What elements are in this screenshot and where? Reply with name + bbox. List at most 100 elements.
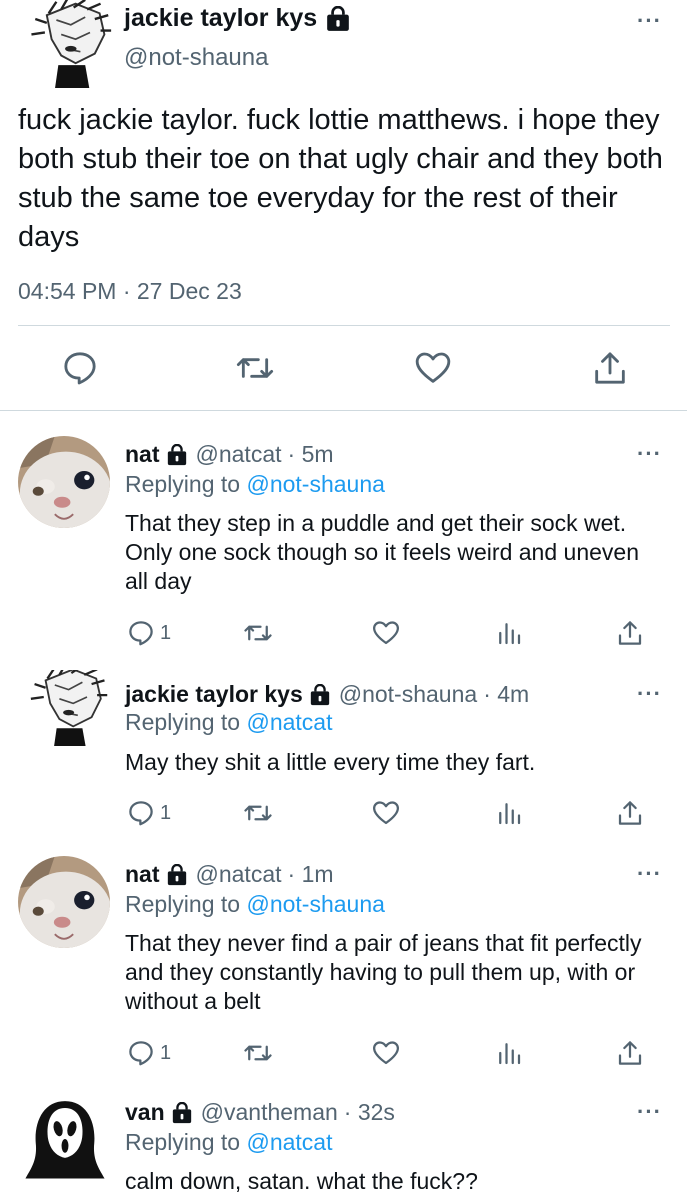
reply-author-name: nat — [125, 441, 160, 467]
reply-author-handle: @natcat — [195, 861, 282, 887]
reply-count: 1 — [160, 801, 172, 824]
cat-avatar[interactable] — [18, 856, 110, 948]
more-dots-icon[interactable]: ··· — [637, 8, 662, 34]
lock-icon — [166, 444, 188, 466]
reply-button[interactable]: 1 — [126, 618, 171, 648]
reply-author-name: nat — [125, 861, 160, 887]
main-tweet-timestamp[interactable]: 04:54 PM · 27 Dec 23 — [18, 278, 242, 305]
share-icon — [618, 621, 642, 645]
reply-icon — [129, 1041, 153, 1066]
reply-button[interactable]: 1 — [126, 1038, 171, 1068]
reply-time: · 1m — [287, 861, 334, 887]
reply-button[interactable]: 1 — [126, 798, 171, 828]
reply-author-handle: @vantheman — [200, 1099, 338, 1125]
replying-to-link[interactable]: @natcat — [246, 1129, 332, 1155]
analytics-button[interactable] — [494, 618, 524, 648]
analytics-button[interactable] — [494, 1038, 524, 1068]
lock-icon — [325, 6, 351, 32]
retweet-icon — [244, 805, 272, 821]
main-tweet-text: fuck jackie taylor. fuck lottie matthews… — [18, 104, 663, 253]
lock-icon — [171, 1102, 193, 1124]
retweet-button[interactable] — [243, 618, 273, 648]
reply-author-name: van — [125, 1099, 165, 1125]
retweet-icon — [244, 625, 272, 641]
replying-to-link[interactable]: @not-shauna — [246, 891, 384, 917]
sketch-avatar-image — [18, 0, 114, 88]
reply-text: That they never find a pair of jeans tha… — [125, 930, 642, 1014]
reply-text: May they shit a little every time they f… — [125, 749, 536, 775]
like-icon — [373, 1041, 399, 1065]
share-button[interactable] — [615, 618, 645, 648]
reply-header[interactable]: nat @natcat · 1m — [125, 861, 334, 888]
ghostface-avatar-image — [22, 1096, 108, 1182]
share-button[interactable] — [615, 798, 645, 828]
share-button[interactable] — [615, 1038, 645, 1068]
like-button[interactable] — [371, 798, 401, 828]
more-dots-icon[interactable]: ··· — [637, 441, 662, 467]
like-icon — [373, 801, 399, 825]
main-author-avatar[interactable] — [18, 0, 114, 88]
retweet-button[interactable] — [243, 798, 273, 828]
reply-text: calm down, satan. what the fuck?? — [125, 1168, 478, 1194]
reply-author-name: jackie taylor kys — [125, 681, 303, 707]
share-icon — [595, 352, 625, 384]
reply-text: That they step in a puddle and get their… — [125, 510, 639, 594]
main-author-name: jackie taylor kys — [124, 4, 318, 32]
main-reply-button[interactable] — [60, 348, 100, 388]
replying-label: Replying to — [125, 709, 241, 735]
replying-to-line: Replying to @not-shauna — [125, 891, 385, 918]
reply-author-handle: @natcat — [195, 441, 282, 467]
reply-time: · 5m — [287, 441, 334, 467]
retweet-icon — [244, 1045, 272, 1061]
reply-icon — [129, 801, 153, 826]
reply-author-handle: @not-shauna — [338, 681, 478, 707]
reply-header[interactable]: jackie taylor kys @not-shauna · 4m — [125, 681, 529, 708]
reply-icon — [64, 352, 96, 385]
replying-to-link[interactable]: @natcat — [246, 709, 332, 735]
share-icon — [618, 801, 642, 825]
reply-time: · 32s — [343, 1099, 395, 1125]
analytics-icon — [499, 803, 521, 825]
like-button[interactable] — [371, 618, 401, 648]
ghostface-avatar[interactable] — [22, 1096, 108, 1182]
replying-to-link[interactable]: @not-shauna — [246, 471, 384, 497]
retweet-button[interactable] — [243, 1038, 273, 1068]
replying-to-line: Replying to @natcat — [125, 709, 332, 736]
like-icon — [415, 352, 451, 383]
replying-to-line: Replying to @natcat — [125, 1129, 332, 1156]
divider — [0, 410, 687, 411]
analytics-button[interactable] — [494, 798, 524, 828]
analytics-icon — [499, 623, 521, 645]
cat-avatar-image — [18, 436, 110, 528]
main-share-button[interactable] — [590, 348, 630, 388]
replying-label: Replying to — [125, 471, 241, 497]
replying-label: Replying to — [125, 891, 241, 917]
analytics-icon — [499, 1043, 521, 1065]
cat-avatar-image — [18, 856, 110, 948]
main-retweet-button[interactable] — [235, 348, 275, 388]
cat-avatar[interactable] — [18, 436, 110, 528]
reply-header[interactable]: nat @natcat · 5m — [125, 441, 334, 468]
more-dots-icon[interactable]: ··· — [637, 681, 662, 707]
sketch-avatar-image — [18, 670, 110, 746]
divider — [18, 325, 670, 326]
reply-icon — [129, 621, 153, 646]
main-like-button[interactable] — [413, 348, 453, 388]
sketch-avatar[interactable] — [18, 670, 110, 746]
share-icon — [618, 1041, 642, 1065]
more-dots-icon[interactable]: ··· — [637, 1099, 662, 1125]
main-author-handle[interactable]: @not-shauna — [124, 44, 268, 72]
like-button[interactable] — [371, 1038, 401, 1068]
lock-icon — [166, 864, 188, 886]
reply-header[interactable]: van @vantheman · 32s — [125, 1099, 395, 1126]
reply-time: · 4m — [483, 681, 530, 707]
main-author-name-row[interactable]: jackie taylor kys — [124, 4, 351, 33]
retweet-icon — [236, 358, 274, 378]
more-dots-icon[interactable]: ··· — [637, 861, 662, 887]
like-icon — [373, 621, 399, 645]
reply-count: 1 — [160, 621, 172, 644]
replying-label: Replying to — [125, 1129, 241, 1155]
reply-count: 1 — [160, 1041, 172, 1064]
replying-to-line: Replying to @not-shauna — [125, 471, 385, 498]
lock-icon — [309, 684, 331, 706]
